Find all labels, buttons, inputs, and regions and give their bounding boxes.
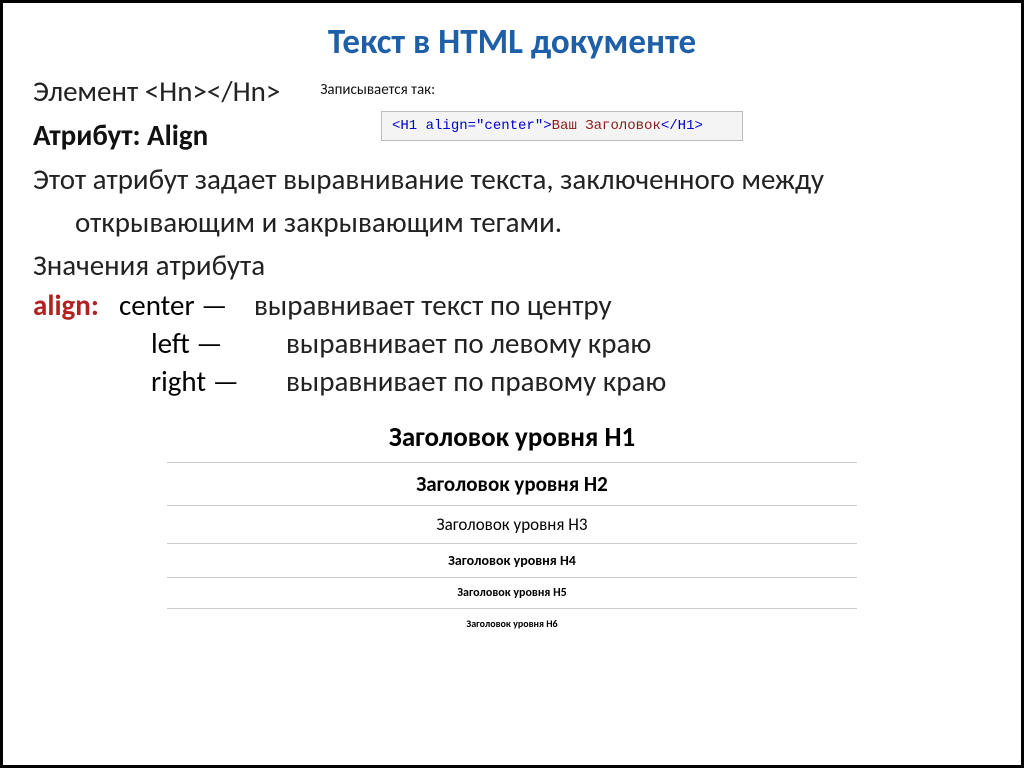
heading-h6-demo: Заголовок уровня H6	[33, 617, 991, 630]
description-line-1: Этот атрибут задает выравнивание текста,…	[33, 161, 991, 198]
divider	[167, 577, 857, 578]
align-desc-center: выравнивает текст по центру	[254, 287, 612, 323]
align-value-row-left: left — выравнивает по левому краю	[151, 325, 991, 361]
align-value-row-right: right — выравнивает по правому краю	[151, 363, 991, 399]
align-value-left: left —	[151, 325, 286, 361]
written-as-label: Записывается так:	[320, 73, 435, 99]
align-key: align:	[33, 287, 119, 323]
headings-demo: Заголовок уровня H1 Заголовок уровня H2 …	[33, 421, 991, 630]
heading-h1-demo: Заголовок уровня H1	[33, 421, 991, 454]
align-desc-left: выравнивает по левому краю	[286, 325, 651, 361]
heading-h5-demo: Заголовок уровня H5	[33, 586, 991, 600]
code-content: Ваш Заголовок	[552, 118, 661, 134]
align-value-center: center —	[119, 287, 254, 323]
heading-h2-demo: Заголовок уровня H2	[33, 471, 991, 497]
divider	[167, 462, 857, 463]
heading-h4-demo: Заголовок уровня H4	[33, 552, 991, 569]
element-row: Элемент <Hn></Hn> Записывается так:	[33, 73, 991, 109]
heading-h3-demo: Заголовок уровня H3	[33, 514, 991, 535]
divider	[167, 505, 857, 506]
code-open-tag: <H1	[392, 118, 426, 134]
code-example-box: <H1 align="center">Ваш Заголовок</H1>	[381, 111, 743, 141]
divider	[167, 543, 857, 544]
description-line-2: открывающим и закрывающим тегами.	[33, 204, 991, 241]
code-open-end: >	[543, 118, 551, 134]
align-value-right: right —	[151, 363, 286, 399]
slide-frame: Текст в HTML документе Элемент <Hn></Hn>…	[0, 0, 1024, 768]
code-attr: align="center"	[426, 118, 544, 134]
element-line: Элемент <Hn></Hn>	[33, 73, 280, 109]
values-label: Значения атрибута	[33, 247, 991, 283]
divider	[167, 608, 857, 609]
slide-title: Текст в HTML документе	[33, 21, 991, 63]
code-close-tag: </H1>	[661, 118, 703, 134]
align-desc-right: выравнивает по правому краю	[286, 363, 666, 399]
align-value-row-center: align: center — выравнивает текст по цен…	[33, 287, 991, 323]
